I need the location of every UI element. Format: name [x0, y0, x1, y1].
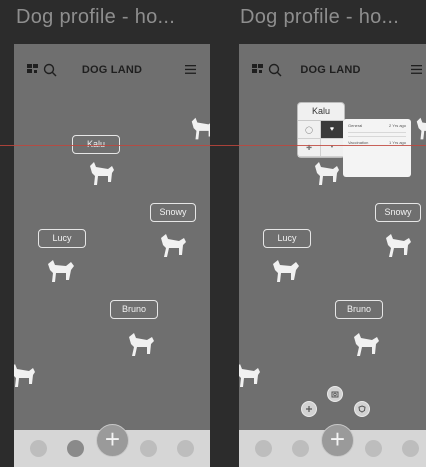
camera-icon: [331, 391, 339, 398]
dog-name-tag-lucy[interactable]: Lucy: [38, 229, 86, 248]
top-bar: DOG LAND: [14, 62, 210, 78]
hamburger-icon[interactable]: [411, 65, 422, 74]
dog-icon[interactable]: [86, 158, 118, 190]
more-icon[interactable]: •: [321, 139, 344, 157]
nav-item[interactable]: [402, 440, 419, 457]
frame-1: DOG LAND Kalu Snowy Lucy Bruno +: [14, 44, 210, 467]
dog-icon[interactable]: [413, 114, 426, 144]
info-card: General 2 Yrs ago Vaccination 1 Yrs ago: [343, 119, 411, 177]
heart-icon[interactable]: ♥: [321, 121, 344, 139]
info-label: General: [348, 123, 363, 128]
add-button[interactable]: +: [96, 424, 129, 457]
nav-item[interactable]: [30, 440, 47, 457]
nav-item[interactable]: [365, 440, 382, 457]
divider: [348, 136, 406, 137]
dog-name-tag-snowy[interactable]: Snowy: [375, 203, 421, 222]
dog-icon[interactable]: [188, 114, 210, 144]
radial-shield-option[interactable]: [354, 401, 370, 417]
dog-name-tag-bruno[interactable]: Bruno: [335, 300, 383, 319]
app-title: DOG LAND: [81, 64, 143, 76]
add-button[interactable]: +: [321, 424, 354, 457]
dog-icon[interactable]: [44, 254, 78, 286]
top-bar: DOG LAND: [239, 62, 426, 78]
dog-quick-menu[interactable]: Kalu ◯ ♥ ✚ •: [297, 102, 345, 158]
divider: [348, 132, 406, 133]
dog-icon[interactable]: [239, 360, 265, 392]
guide-line: [0, 145, 426, 146]
nav-item[interactable]: [255, 440, 272, 457]
fork-knife-icon[interactable]: ✚: [298, 139, 321, 157]
hamburger-icon[interactable]: [185, 65, 196, 74]
frame-1-title: Dog profile - ho...: [16, 6, 176, 28]
dog-icon[interactable]: [311, 158, 343, 190]
dog-icon[interactable]: [349, 328, 383, 360]
dog-icon[interactable]: [156, 229, 190, 261]
nav-item[interactable]: [140, 440, 157, 457]
frame-2: DOG LAND Kalu ◯ ♥ ✚ • General 2 Yrs ago …: [239, 44, 426, 467]
dog-icon[interactable]: [269, 254, 303, 286]
dog-name-tag-snowy[interactable]: Snowy: [150, 203, 196, 222]
shield-icon[interactable]: ◯: [298, 121, 321, 139]
frame-2-title: Dog profile - ho...: [240, 6, 400, 28]
dog-name-tag-lucy[interactable]: Lucy: [263, 229, 311, 248]
nav-item[interactable]: [177, 440, 194, 457]
nav-item[interactable]: [292, 440, 309, 457]
nav-item-active[interactable]: [67, 440, 84, 457]
dog-icon[interactable]: [124, 328, 158, 360]
shield-icon: [358, 405, 366, 413]
dog-icon[interactable]: [381, 229, 415, 261]
plus-icon: [306, 406, 312, 412]
app-title: DOG LAND: [300, 64, 361, 76]
info-row-general: General 2 Yrs ago: [348, 123, 406, 129]
info-value: 2 Yrs ago: [388, 123, 406, 128]
dog-name-tag-bruno[interactable]: Bruno: [110, 300, 158, 319]
popup-dog-name: Kalu: [298, 103, 344, 121]
radial-camera-option[interactable]: [327, 386, 343, 402]
radial-add-option[interactable]: [301, 401, 317, 417]
plus-icon: +: [104, 424, 121, 454]
plus-icon: +: [329, 424, 346, 454]
dog-icon[interactable]: [14, 360, 40, 392]
